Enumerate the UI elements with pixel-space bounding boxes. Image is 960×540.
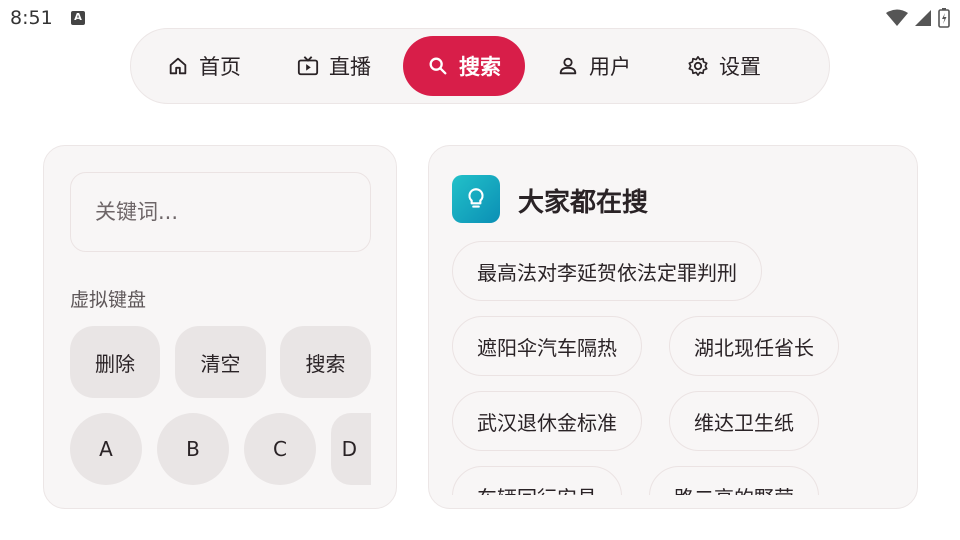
- nav-live-label: 直播: [329, 55, 371, 79]
- trending-list: 最高法对李延贺依法定罪判刑 遮阳伞汽车隔热 湖北现任省长 武汉退休金标准 维达卫…: [452, 241, 902, 495]
- trending-chip[interactable]: 湖北现任省长: [669, 316, 839, 376]
- trending-chip[interactable]: 武汉退休金标准: [452, 391, 642, 451]
- key-a[interactable]: A: [70, 413, 142, 485]
- signal-icon: [915, 10, 931, 26]
- nav-user[interactable]: 用户: [533, 36, 655, 96]
- delete-button[interactable]: 删除: [70, 326, 160, 398]
- wifi-icon: [886, 9, 908, 26]
- trending-chip[interactable]: 维达卫生纸: [669, 391, 819, 451]
- key-b[interactable]: B: [157, 413, 229, 485]
- trending-chip[interactable]: 最高法对李延贺依法定罪判刑: [452, 241, 762, 301]
- nav-live[interactable]: 直播: [273, 36, 395, 96]
- tv-icon: [297, 56, 319, 76]
- nav-search-label: 搜索: [459, 55, 501, 79]
- trending-title: 大家都在搜: [518, 188, 649, 218]
- search-panel: 关键词... 虚拟键盘 删除 清空 搜索 A B C D: [43, 145, 397, 509]
- user-icon: [559, 57, 577, 75]
- status-icons: [886, 8, 950, 28]
- lightbulb-icon: [452, 175, 500, 223]
- notification-a-icon: A: [71, 11, 85, 25]
- search-input[interactable]: 关键词...: [70, 172, 371, 252]
- battery-icon: [938, 8, 950, 28]
- nav-home-label: 首页: [199, 55, 241, 79]
- keyboard-label: 虚拟键盘: [70, 289, 147, 311]
- nav-settings-label: 设置: [719, 55, 761, 79]
- nav-home[interactable]: 首页: [143, 36, 265, 96]
- home-icon: [169, 57, 187, 75]
- key-c[interactable]: C: [244, 413, 316, 485]
- trending-chip[interactable]: 遮阳伞汽车隔热: [452, 316, 642, 376]
- trending-chip[interactable]: 路二高的野营: [649, 466, 819, 495]
- clear-button[interactable]: 清空: [175, 326, 266, 398]
- gear-icon: [688, 56, 708, 76]
- trending-panel: 大家都在搜 最高法对李延贺依法定罪判刑 遮阳伞汽车隔热 湖北现任省长 武汉退休金…: [428, 145, 918, 509]
- nav-user-label: 用户: [589, 55, 631, 79]
- search-button[interactable]: 搜索: [280, 326, 371, 398]
- status-time: 8:51: [10, 7, 53, 29]
- top-nav: 首页 直播 搜索 用户 设置: [130, 28, 830, 104]
- trending-chip[interactable]: 车辆回行安昌: [452, 466, 622, 495]
- nav-search[interactable]: 搜索: [403, 36, 525, 96]
- nav-settings[interactable]: 设置: [663, 36, 785, 96]
- key-d[interactable]: D: [331, 413, 371, 485]
- search-icon: [429, 57, 447, 75]
